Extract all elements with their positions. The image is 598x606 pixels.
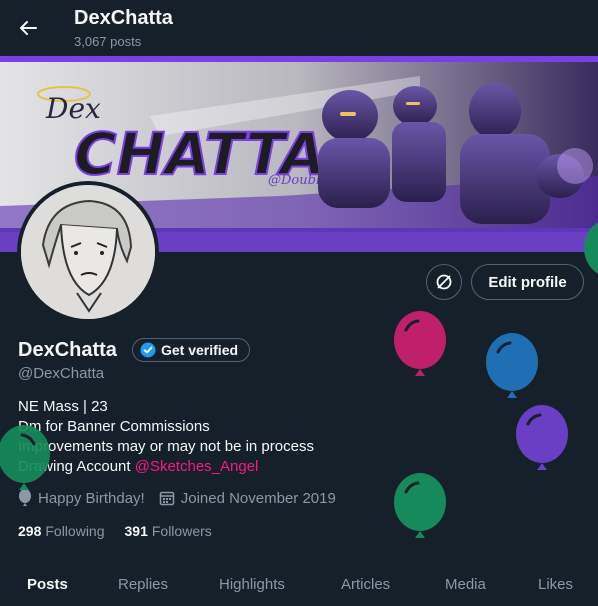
mention-link[interactable]: @Sketches_Angel xyxy=(135,458,259,475)
balloon-icon xyxy=(0,425,50,490)
balloon-icon xyxy=(516,405,568,470)
balloon-icon xyxy=(486,333,538,398)
posts-count: 3,067 posts xyxy=(74,34,142,49)
top-bar: DexChatta 3,067 posts xyxy=(0,0,598,56)
following-link[interactable]: 298 Following xyxy=(18,523,105,539)
tab-replies[interactable]: Replies xyxy=(118,576,168,593)
tab-likes[interactable]: Likes xyxy=(538,576,573,593)
get-verified-button[interactable]: Get verified xyxy=(132,338,251,362)
get-verified-label: Get verified xyxy=(161,342,239,358)
following-count: 298 xyxy=(18,523,42,539)
tab-media[interactable]: Media xyxy=(445,576,486,593)
back-arrow-icon[interactable] xyxy=(14,14,42,42)
tab-highlights[interactable]: Highlights xyxy=(219,576,285,593)
display-name: DexChatta xyxy=(18,339,117,361)
profile-meta: Happy Birthday! Joined November 2019 xyxy=(18,489,350,507)
followers-link[interactable]: 391 Followers xyxy=(125,523,212,539)
bio-line: Dm for Banner Commissions xyxy=(18,418,210,435)
tab-articles[interactable]: Articles xyxy=(341,576,390,593)
tab-posts[interactable]: Posts xyxy=(27,576,68,593)
bio-line: Drawing Account @Sketches_Angel xyxy=(18,457,314,477)
follow-counts: 298 Following 391 Followers xyxy=(18,523,212,539)
calendar-icon xyxy=(159,491,174,506)
bio: NE Mass | 23 Dm for Banner Commissions I… xyxy=(18,397,314,477)
avatar[interactable] xyxy=(17,181,159,323)
followers-count: 391 xyxy=(124,523,148,539)
refresh-circle-icon[interactable] xyxy=(426,264,462,300)
birthday-text: Happy Birthday! xyxy=(38,489,145,507)
edit-profile-button[interactable]: Edit profile xyxy=(471,264,584,300)
joined-text: Joined November 2019 xyxy=(180,489,336,507)
balloon-icon xyxy=(394,311,446,376)
followers-label: Followers xyxy=(151,523,212,539)
profile-tabs: Posts Replies Highlights Articles Media … xyxy=(0,560,598,606)
bio-line: NE Mass | 23 xyxy=(18,398,108,415)
handle: @DexChatta xyxy=(18,365,105,382)
bio-line: Improvements may or may not be in proces… xyxy=(18,438,314,455)
joined-item: Joined November 2019 xyxy=(159,490,336,507)
verified-badge-icon xyxy=(140,342,156,358)
following-label: Following xyxy=(45,523,105,539)
balloon-icon xyxy=(394,473,446,538)
balloon-icon xyxy=(584,222,598,274)
page-title: DexChatta xyxy=(74,7,173,29)
